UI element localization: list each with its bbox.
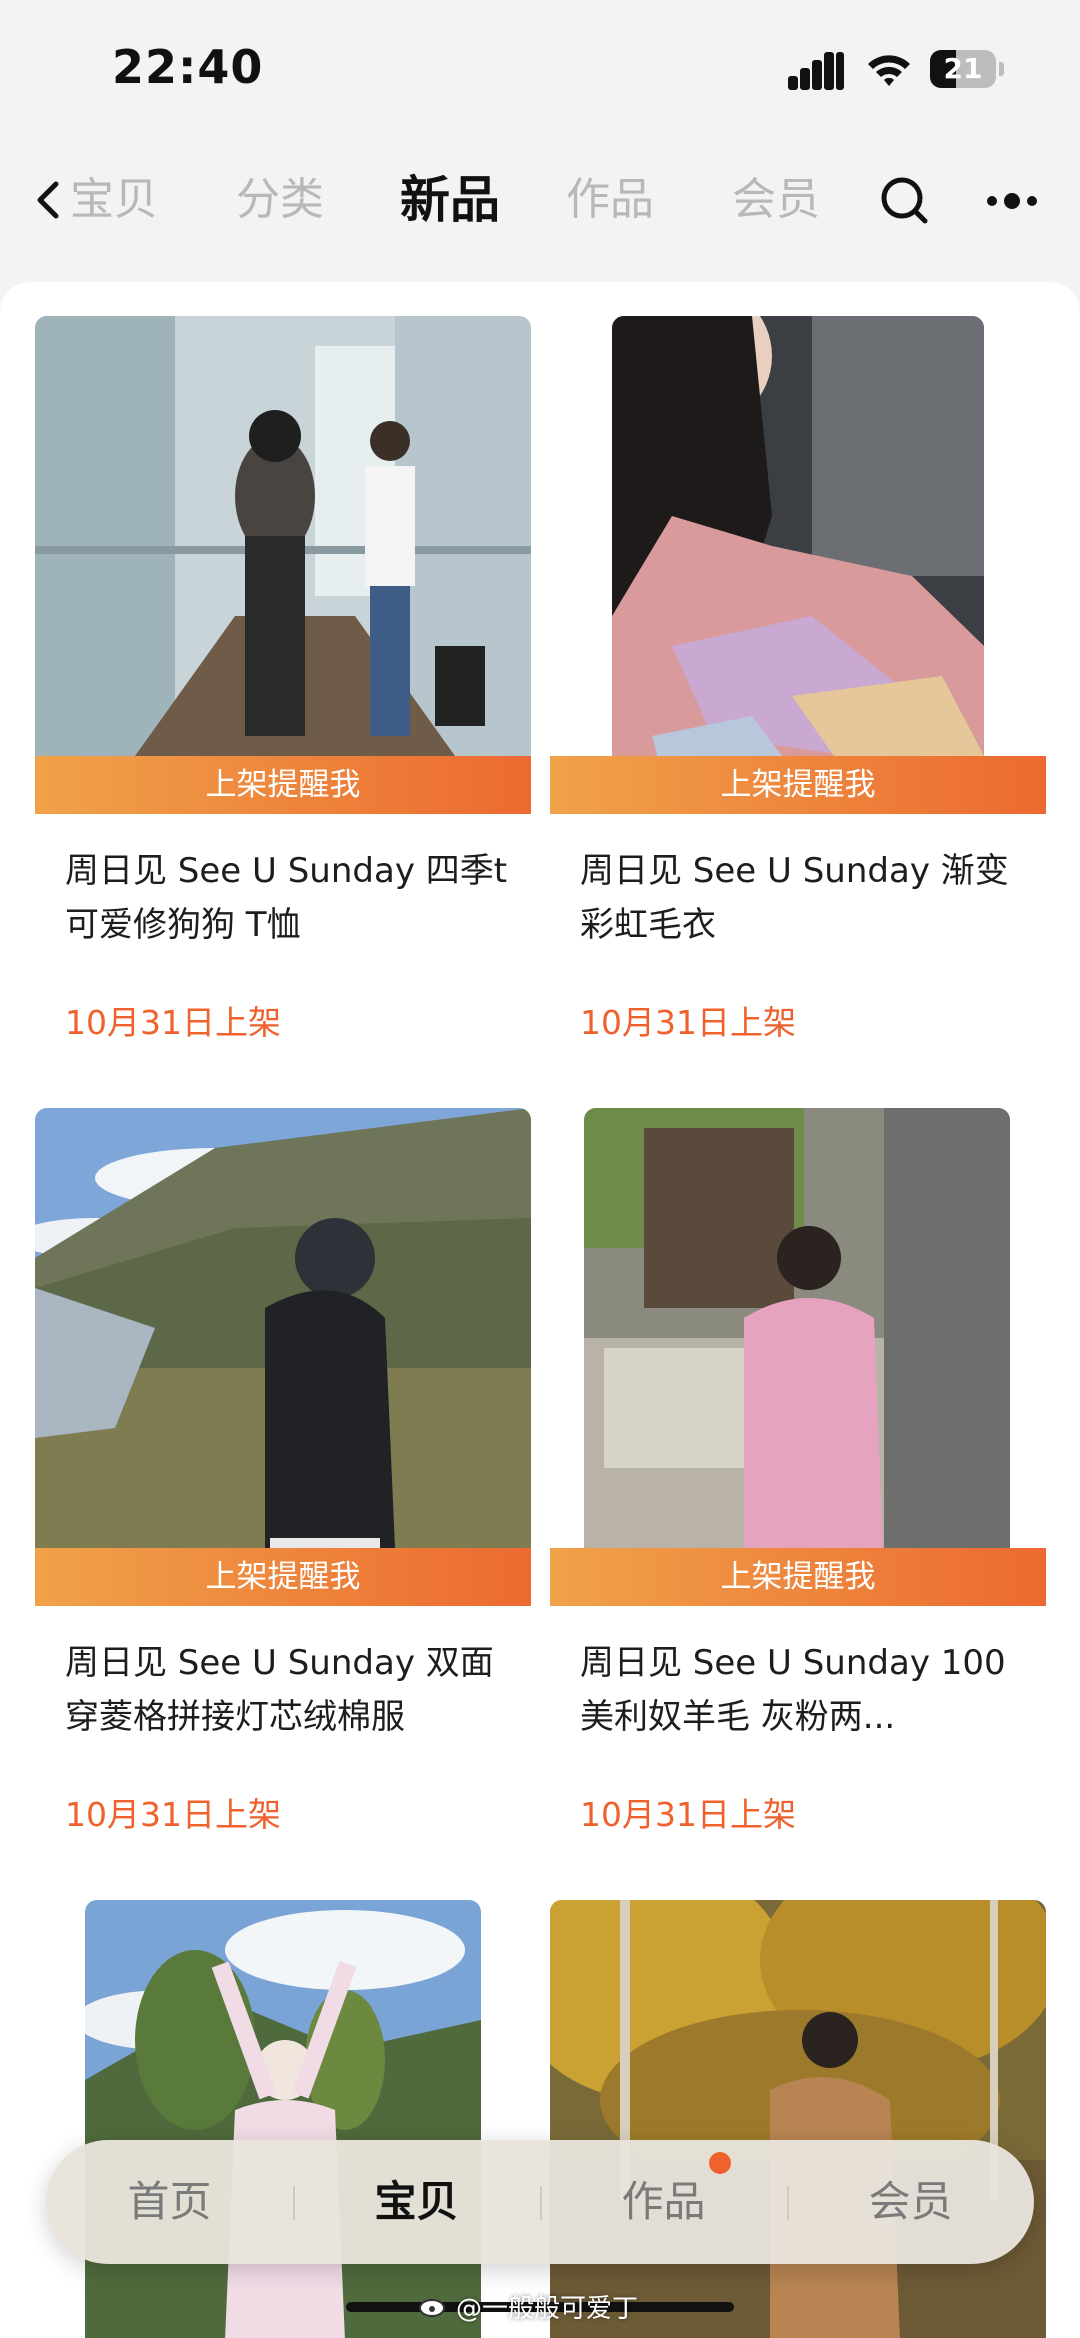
product-photo[interactable]	[584, 1108, 1010, 1604]
product-photo[interactable]	[550, 1900, 1046, 2338]
product-card[interactable]	[35, 1900, 531, 2338]
search-icon[interactable]	[878, 174, 930, 226]
remind-me-button[interactable]: 上架提醒我	[35, 756, 531, 814]
product-title: 周日见 See U Sunday 渐变彩虹毛衣	[580, 851, 1009, 945]
product-card[interactable]: 上架提醒我 周日见 See U Sunday 100美利奴羊毛 灰粉两... 1…	[550, 1108, 1046, 1834]
signal-icon	[788, 52, 844, 90]
product-date: 10月31日上架	[65, 1003, 281, 1042]
remind-me-button[interactable]: 上架提醒我	[35, 1548, 531, 1606]
tab-xinpin[interactable]: 新品	[400, 170, 500, 230]
weibo-icon	[419, 2299, 445, 2317]
remind-me-button[interactable]: 上架提醒我	[550, 756, 1046, 814]
notification-dot	[709, 2152, 731, 2174]
tab-zuopin[interactable]: 作品	[566, 170, 654, 230]
product-grid: 上架提醒我 周日见 See U Sunday 四季t 可爱修狗狗 T恤 10月3…	[0, 282, 1080, 2338]
wifi-icon	[868, 55, 910, 86]
product-date: 10月31日上架	[580, 1795, 796, 1834]
product-photo[interactable]	[612, 316, 984, 812]
watermark: @一般般可爱丁	[456, 2294, 639, 2324]
tab-baobei[interactable]: 宝贝	[70, 170, 158, 230]
tab-works[interactable]: 作品	[540, 2140, 787, 2264]
product-date: 10月31日上架	[65, 1795, 281, 1834]
product-date: 10月31日上架	[580, 1003, 796, 1042]
product-card[interactable]	[550, 1900, 1046, 2338]
product-card[interactable]: 上架提醒我 周日见 See U Sunday 四季t 可爱修狗狗 T恤 10月3…	[35, 316, 531, 1042]
product-card[interactable]: 上架提醒我 周日见 See U Sunday 双面穿菱格拼接灯芯绒棉服 10月3…	[35, 1108, 531, 1834]
product-card[interactable]: 上架提醒我 周日见 See U Sunday 渐变彩虹毛衣 10月31日上架	[550, 316, 1046, 1042]
product-photo[interactable]	[85, 1900, 481, 2338]
product-photo[interactable]	[35, 316, 531, 812]
product-title: 周日见 See U Sunday 100美利奴羊毛 灰粉两...	[580, 1643, 1006, 1737]
screen: 22:40 21 宝贝 分类 新品 作品 会员 上架提醒我 周日见 See U …	[0, 0, 1080, 2338]
battery-tip	[999, 62, 1004, 76]
product-title: 周日见 See U Sunday 双面穿菱格拼接灯芯绒棉服	[65, 1643, 494, 1737]
tab-huiyuan[interactable]: 会员	[732, 170, 820, 230]
tab-products[interactable]: 宝贝	[293, 2140, 540, 2264]
tab-home[interactable]: 首页	[46, 2140, 293, 2264]
status-time: 22:40	[112, 40, 264, 94]
product-photo[interactable]	[35, 1108, 531, 1604]
bottom-tab-bar: 首页 宝贝 作品 会员	[46, 2140, 1034, 2264]
top-nav: 宝贝 分类 新品 作品 会员	[0, 150, 1080, 250]
tab-fenlei[interactable]: 分类	[236, 170, 324, 230]
status-bar: 22:40 21	[0, 0, 1080, 140]
back-chevron-icon[interactable]	[30, 180, 70, 220]
remind-me-button[interactable]: 上架提醒我	[550, 1548, 1046, 1606]
more-icon[interactable]	[984, 186, 1040, 216]
battery-level: 21	[943, 52, 983, 85]
product-title: 周日见 See U Sunday 四季t 可爱修狗狗 T恤	[65, 851, 508, 945]
battery-icon: 21	[930, 50, 996, 88]
tab-member[interactable]: 会员	[787, 2140, 1034, 2264]
